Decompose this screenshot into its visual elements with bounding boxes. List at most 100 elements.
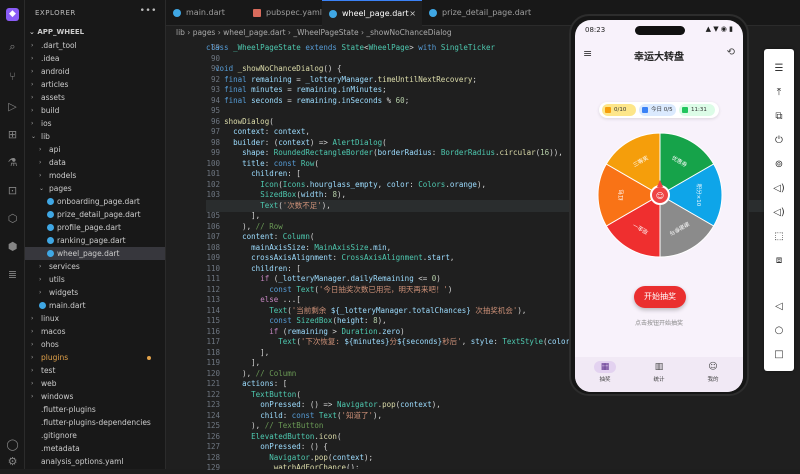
code-token: context bbox=[233, 127, 265, 136]
folder-item[interactable]: › windows bbox=[25, 390, 165, 403]
history-icon[interactable]: ⟲ bbox=[727, 47, 735, 58]
volume-up-icon[interactable]: ◁) bbox=[771, 181, 787, 197]
folder-item[interactable]: › utils bbox=[25, 273, 165, 286]
flutter-icon[interactable]: ⬢ bbox=[6, 240, 19, 253]
nav-item-2[interactable]: ☺ 我的 bbox=[693, 361, 733, 383]
outline-icon[interactable]: ≣ bbox=[6, 268, 19, 281]
source-control-icon[interactable]: ⑂ bbox=[6, 70, 19, 83]
breadcrumb[interactable]: lib › pages › wheel_page.dart › _WheelPa… bbox=[176, 27, 452, 39]
home-icon[interactable]: ○ bbox=[771, 323, 787, 339]
file-item[interactable]: onboarding_page.dart bbox=[25, 195, 165, 208]
power-icon[interactable]: ⏻ bbox=[771, 133, 787, 149]
spin-hint: 点击按钮开始抽奖 bbox=[634, 320, 683, 327]
folder-item[interactable]: › models bbox=[25, 169, 165, 182]
code-token: Text bbox=[318, 410, 337, 420]
file-item[interactable]: prize_detail_page.dart bbox=[25, 208, 165, 221]
nav-item-1[interactable]: ▥ 统计 bbox=[639, 361, 679, 383]
search-icon[interactable]: ⌕ bbox=[6, 40, 19, 53]
code-token: SizedBox bbox=[296, 316, 333, 325]
chip-text: 11:31 bbox=[691, 107, 707, 113]
file-item[interactable]: .gitignore bbox=[25, 429, 165, 442]
code-token: const bbox=[269, 316, 297, 325]
code-token: % bbox=[382, 95, 396, 105]
nav-item-0[interactable]: ▦ 抽奖 bbox=[585, 361, 625, 383]
file-item[interactable]: main.dart bbox=[25, 299, 165, 312]
back-icon[interactable]: ◁ bbox=[771, 299, 787, 315]
docker-icon[interactable]: ⬡ bbox=[6, 212, 19, 225]
code-token: _showNoChanceDialog bbox=[237, 64, 324, 73]
file-item[interactable]: .flutter-plugins bbox=[25, 403, 165, 416]
code-token: // TextButton bbox=[264, 421, 324, 430]
file-item[interactable]: wheel_page.dart bbox=[25, 247, 165, 260]
start-spin-button[interactable]: 开始抽奖 bbox=[634, 286, 686, 308]
extensions-icon[interactable]: ⊞ bbox=[6, 128, 19, 141]
remote-icon[interactable]: ⊡ bbox=[6, 184, 19, 197]
folder-item[interactable]: › web bbox=[25, 377, 165, 390]
tab-main-dart[interactable]: main.dart bbox=[166, 0, 246, 26]
folder-item[interactable]: › widgets bbox=[25, 286, 165, 299]
folder-item[interactable]: › ios bbox=[25, 117, 165, 130]
rotate-icon[interactable]: ⬚ bbox=[771, 229, 787, 245]
more-actions-icon[interactable]: ••• bbox=[140, 6, 157, 16]
code-token: 60 bbox=[395, 95, 405, 105]
code-token: RoundedRectangleBorder bbox=[273, 148, 374, 157]
explorer-root-folder[interactable]: ⌄ APP_WHEEL bbox=[25, 26, 165, 39]
code-token: Column bbox=[282, 232, 310, 241]
folder-item[interactable]: › assets bbox=[25, 91, 165, 104]
file-item[interactable]: profile_page.dart bbox=[25, 221, 165, 234]
dart-file-icon bbox=[429, 9, 437, 17]
folder-item[interactable]: ⌄ pages bbox=[25, 182, 165, 195]
folder-item[interactable]: › macos bbox=[25, 325, 165, 338]
file-item[interactable]: ranking_page.dart bbox=[25, 234, 165, 247]
chevron-right-icon: › bbox=[39, 289, 42, 296]
folder-item[interactable]: › .dart_tool bbox=[25, 39, 165, 52]
folder-item[interactable]: › api bbox=[25, 143, 165, 156]
folder-item[interactable]: ⌄ lib bbox=[25, 130, 165, 143]
folder-item[interactable]: › android bbox=[25, 65, 165, 78]
folder-item[interactable]: › articles bbox=[25, 78, 165, 91]
tab-pubspec-yaml[interactable]: pubspec.yaml bbox=[246, 0, 322, 26]
file-item[interactable]: .metadata bbox=[25, 442, 165, 455]
settings-icon[interactable]: ⚙ bbox=[6, 455, 19, 468]
folder-item[interactable]: › .idea bbox=[25, 52, 165, 65]
emulator-menu-icon[interactable]: ☰ bbox=[771, 61, 787, 77]
dart-file-icon bbox=[47, 250, 54, 257]
stat-chip: 11:31 bbox=[679, 104, 715, 116]
wheel-svg: 优惠券积分×10谢谢参与现金一红包三等奖☺ bbox=[597, 132, 723, 258]
folder-item[interactable]: › ohos bbox=[25, 338, 165, 351]
screenshot-icon[interactable]: ⧈ bbox=[771, 253, 787, 269]
code-token: hourglass_empty bbox=[309, 179, 378, 189]
account-icon[interactable]: ◯ bbox=[6, 438, 19, 451]
file-item[interactable]: analysis_options.yaml bbox=[25, 455, 165, 468]
crop-icon[interactable]: ⧉ bbox=[771, 109, 787, 125]
volume-down-icon[interactable]: ◁) bbox=[771, 205, 787, 221]
tree-item-label: wheel_page.dart bbox=[57, 249, 120, 258]
overview-icon[interactable]: □ bbox=[771, 347, 787, 363]
folder-item[interactable]: › linux bbox=[25, 312, 165, 325]
run-debug-icon[interactable]: ▷ bbox=[6, 100, 19, 113]
lucky-wheel[interactable]: 优惠券 积分×10 谢谢参与 现金一 红包 三等奖 ☺ bbox=[595, 130, 725, 260]
folder-item[interactable]: › test bbox=[25, 364, 165, 377]
folder-item[interactable]: › data bbox=[25, 156, 165, 169]
tree-item-label: .idea bbox=[41, 54, 60, 63]
file-item[interactable]: .flutter-plugins-dependencies bbox=[25, 416, 165, 429]
chevron-right-icon: › bbox=[31, 315, 34, 322]
tab-prize-detail-page-dart[interactable]: prize_detail_page.dart bbox=[422, 0, 532, 26]
flutter-logo-icon[interactable]: ◆ bbox=[6, 8, 19, 21]
code-token: , bbox=[305, 127, 310, 136]
code-token: final bbox=[224, 85, 252, 94]
folder-item[interactable]: › services bbox=[25, 260, 165, 273]
folder-item[interactable]: › build bbox=[25, 104, 165, 117]
tab-wheel-page-dart[interactable]: wheel_page.dart × bbox=[322, 0, 422, 26]
code-token: void bbox=[215, 64, 238, 73]
chevron-right-icon: › bbox=[39, 146, 42, 153]
testing-icon[interactable]: ⚗ bbox=[6, 156, 19, 169]
location-icon[interactable]: ⊚ bbox=[771, 157, 787, 173]
code-token: , bbox=[449, 253, 455, 262]
folder-item[interactable]: › plugins bbox=[25, 351, 165, 364]
close-icon[interactable]: × bbox=[409, 1, 416, 27]
pin-top-icon[interactable]: ⤒ bbox=[771, 85, 787, 101]
